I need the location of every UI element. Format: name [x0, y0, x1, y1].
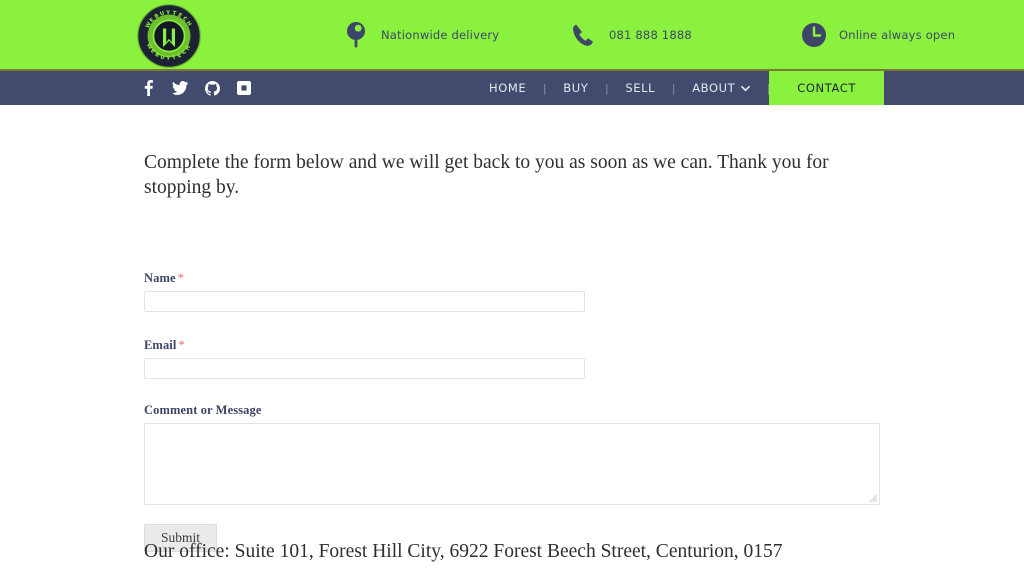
header-info-hours-label: Online always open — [839, 28, 956, 42]
svg-text:Y: Y — [165, 56, 170, 62]
map-pin-icon — [342, 21, 370, 49]
nav-item-home-label: HOME — [488, 81, 527, 95]
email-field-label: Email * — [144, 338, 884, 353]
name-required-marker: * — [177, 271, 184, 285]
message-textarea[interactable] — [144, 423, 880, 505]
facebook-icon[interactable] — [140, 80, 156, 96]
header-info-delivery-label: Nationwide delivery — [381, 28, 500, 42]
header-info-phone-label: 081 888 1888 — [609, 28, 692, 42]
page-content: Complete the form below and we will get … — [0, 105, 1024, 581]
name-input[interactable] — [144, 291, 585, 312]
name-field-label-text: Name — [144, 271, 176, 285]
header-info-hours: Online always open — [800, 20, 955, 50]
nav-item-about[interactable]: ABOUT — [674, 71, 768, 105]
office-address: Our office: Suite 101, Forest Hill City,… — [144, 541, 783, 562]
header-info-phone[interactable]: 081 888 1888 — [570, 20, 692, 50]
email-required-marker: * — [178, 338, 185, 352]
nav-item-contact[interactable]: CONTACT — [769, 71, 884, 105]
main-navigation-bar: HOME | BUY | SELL | ABOUT | CONTACT — [0, 69, 1024, 105]
email-input[interactable] — [144, 358, 585, 379]
phone-icon — [570, 21, 598, 49]
name-field-label: Name * — [144, 271, 884, 286]
webuytech-logo[interactable]: W E B U Y T E C H W E B U Y T E C H — [133, 3, 205, 69]
twitter-icon[interactable] — [172, 80, 188, 96]
github-icon[interactable] — [204, 80, 220, 96]
nav-menu: HOME | BUY | SELL | ABOUT | CONTACT — [471, 71, 884, 105]
svg-text:Y: Y — [165, 10, 170, 16]
contact-form: Name * Email * Comment or Message Submit — [144, 271, 884, 552]
clock-icon — [800, 21, 828, 49]
intro-paragraph: Complete the form below and we will get … — [144, 152, 829, 198]
nav-item-sell[interactable]: SELL — [607, 71, 673, 105]
header-info-items: Nationwide delivery 081 888 1888 Online … — [330, 0, 1024, 69]
header-info-delivery: Nationwide delivery — [342, 20, 499, 50]
nav-item-contact-label: CONTACT — [797, 81, 856, 95]
name-field-group: Name * — [144, 271, 884, 312]
nav-item-buy[interactable]: BUY — [545, 71, 606, 105]
message-field-group: Comment or Message — [144, 403, 884, 505]
nav-item-sell-label: SELL — [625, 81, 656, 95]
message-textarea-wrapper — [144, 423, 880, 505]
nav-item-home[interactable]: HOME — [471, 71, 544, 105]
email-field-group: Email * — [144, 338, 884, 379]
email-field-label-text: Email — [144, 338, 177, 352]
chevron-down-icon — [741, 84, 751, 93]
dribbble-square-icon[interactable] — [236, 80, 252, 96]
nav-item-buy-label: BUY — [563, 81, 589, 95]
social-links — [140, 71, 252, 105]
nav-item-about-label: ABOUT — [692, 81, 736, 95]
message-field-label: Comment or Message — [144, 403, 262, 417]
top-header-bar: W E B U Y T E C H W E B U Y T E C H Nati… — [0, 0, 1024, 69]
